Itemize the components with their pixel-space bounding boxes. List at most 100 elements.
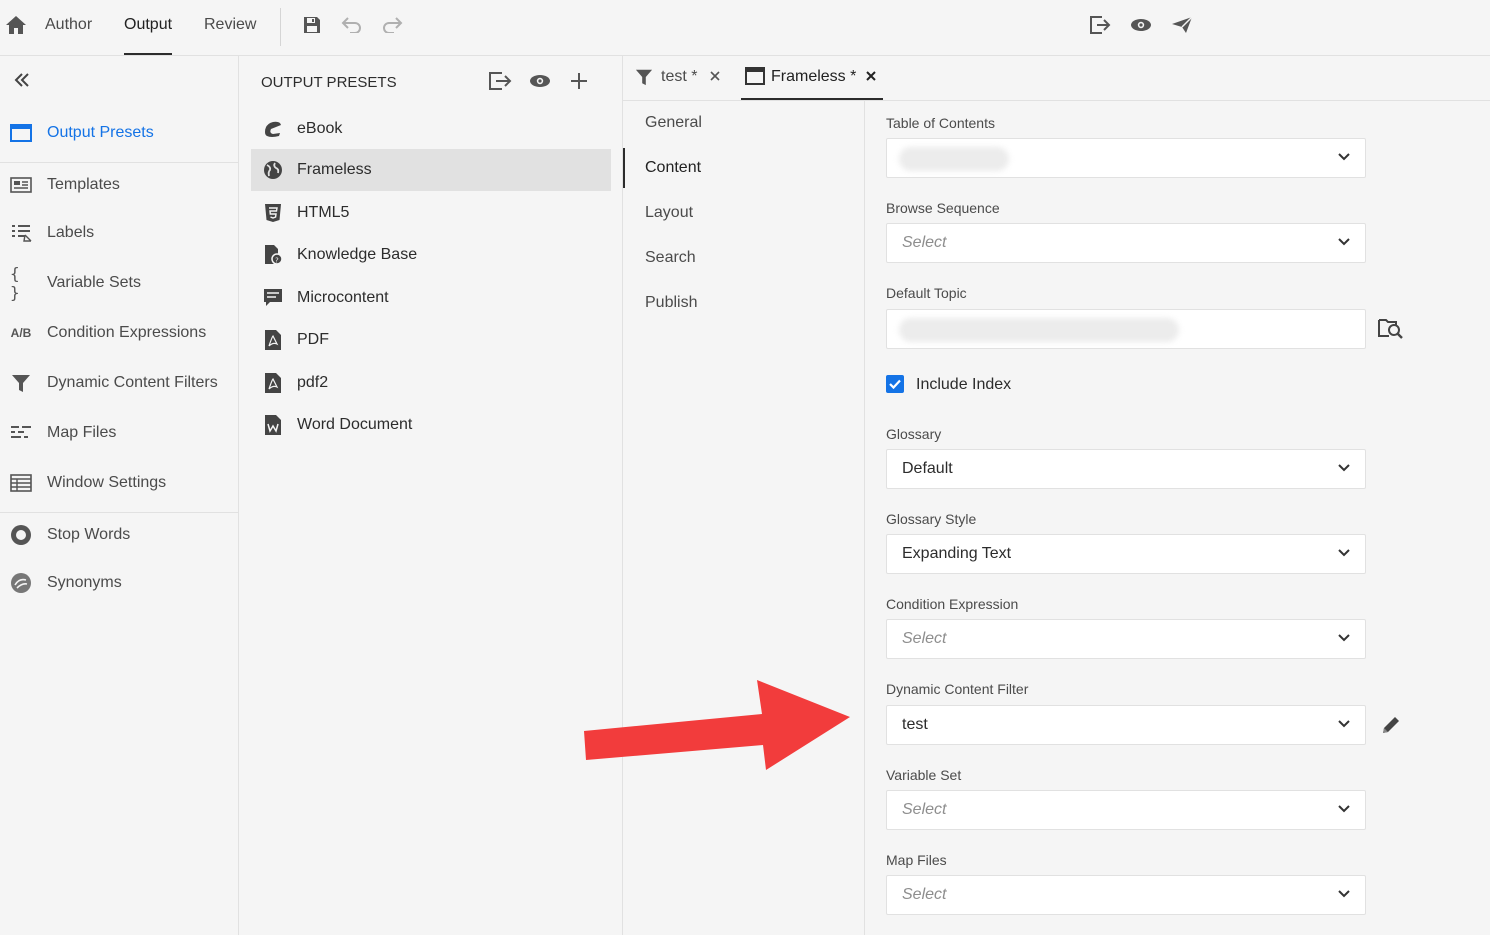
dropdown-value: Expanding Text <box>902 545 1012 562</box>
preset-item-pdf[interactable]: PDF <box>251 319 611 361</box>
sidebar-item-variable-sets[interactable]: { } Variable Sets <box>0 260 238 306</box>
include-index-label: Include Index <box>916 376 1012 393</box>
tab-label: test * <box>661 68 698 85</box>
close-icon[interactable] <box>709 70 721 82</box>
preset-item-frameless[interactable]: Frameless <box>251 149 611 191</box>
chevron-down-icon <box>1338 464 1350 472</box>
add-preset-icon[interactable] <box>570 72 588 90</box>
section-publish[interactable]: Publish <box>623 283 863 323</box>
preview-icon[interactable] <box>1129 13 1153 37</box>
sidebar-item-dynamic-content-filters[interactable]: Dynamic Content Filters <box>0 360 238 406</box>
publish-icon[interactable] <box>1170 13 1194 37</box>
section-content[interactable]: Content <box>623 148 863 188</box>
dropdown-value: Select <box>902 630 947 647</box>
word-icon <box>263 414 283 436</box>
collapse-panel-icon[interactable] <box>12 70 32 90</box>
preset-item-ebook[interactable]: eBook <box>251 108 611 150</box>
editor-tab-frameless[interactable]: Frameless * <box>741 56 883 100</box>
templates-icon <box>10 174 32 196</box>
sidebar-item-condition-expressions[interactable]: A/B Condition Expressions <box>0 310 238 356</box>
tab-review[interactable]: Review <box>204 0 256 55</box>
filter-icon <box>10 372 32 394</box>
dropdown-value: Select <box>902 801 947 818</box>
panel-heading: OUTPUT PRESETS <box>261 74 397 91</box>
knowledge-base-icon: ? <box>263 244 283 266</box>
preview-preset-icon[interactable] <box>529 74 551 88</box>
map-files-dropdown[interactable]: Select <box>886 875 1366 915</box>
preset-label: Frameless <box>297 161 372 178</box>
redo-icon[interactable] <box>380 13 404 37</box>
preset-label: Word Document <box>297 416 413 433</box>
chevron-down-icon <box>1338 634 1350 642</box>
tab-label: Frameless * <box>771 68 857 85</box>
sidebar-item-label: Output Presets <box>47 124 154 141</box>
preset-label: PDF <box>297 331 329 348</box>
filter-icon <box>635 67 653 87</box>
output-presets-panel: OUTPUT PRESETS eBook Frameless HTML5 ? K… <box>239 56 623 935</box>
section-search[interactable]: Search <box>623 238 863 278</box>
map-files-icon <box>10 422 32 444</box>
section-general[interactable]: General <box>623 103 863 143</box>
preset-label: pdf2 <box>297 374 329 391</box>
left-navigation: Output Presets Templates Labels { } Vari… <box>0 56 239 935</box>
close-icon[interactable] <box>865 70 877 82</box>
edit-pencil-icon[interactable] <box>1380 714 1402 736</box>
dropdown-value: Select <box>902 886 947 903</box>
microcontent-icon <box>263 287 283 309</box>
glossary-dropdown[interactable]: Default <box>886 449 1366 489</box>
window-icon <box>745 67 765 85</box>
sidebar-item-stop-words[interactable]: Stop Words <box>0 512 238 558</box>
html5-icon <box>263 202 283 224</box>
preset-item-pdf2[interactable]: pdf2 <box>251 362 611 404</box>
sidebar-item-label: Labels <box>47 224 95 241</box>
save-icon[interactable] <box>300 13 324 37</box>
sidebar-item-labels[interactable]: Labels <box>0 210 238 256</box>
section-layout[interactable]: Layout <box>623 193 863 233</box>
toc-dropdown[interactable] <box>886 138 1366 178</box>
sidebar-item-label: Synonyms <box>47 574 122 591</box>
pdf-icon <box>263 372 283 394</box>
browse-sequence-label: Browse Sequence <box>886 200 1000 216</box>
variable-set-dropdown[interactable]: Select <box>886 790 1366 830</box>
include-index-checkbox[interactable] <box>886 375 904 393</box>
sidebar-item-templates[interactable]: Templates <box>0 162 238 208</box>
sidebar-item-label: Stop Words <box>47 526 131 543</box>
sidebar-item-label: Window Settings <box>47 474 167 491</box>
preset-item-knowledge-base[interactable]: ? Knowledge Base <box>251 234 611 276</box>
svg-text:?: ? <box>275 257 279 265</box>
settings-sections: General Content Layout Search Publish <box>623 101 865 935</box>
editor-tabs: test * Frameless * <box>623 56 1490 101</box>
editor-tab-test[interactable]: test * <box>623 56 733 100</box>
glossary-style-dropdown[interactable]: Expanding Text <box>886 534 1366 574</box>
braces-icon: { } <box>10 264 20 302</box>
preset-item-html5[interactable]: HTML5 <box>251 192 611 234</box>
redacted-value <box>899 147 1009 171</box>
undo-icon[interactable] <box>340 13 364 37</box>
condition-expression-dropdown[interactable]: Select <box>886 619 1366 659</box>
sidebar-item-window-settings[interactable]: Window Settings <box>0 460 238 506</box>
dynamic-content-filter-dropdown[interactable]: test <box>886 705 1366 745</box>
preset-label: Microcontent <box>297 289 389 306</box>
sidebar-item-label: Condition Expressions <box>47 324 207 341</box>
export-icon[interactable] <box>1088 13 1112 37</box>
red-annotation-arrow <box>580 676 855 776</box>
browse-sequence-dropdown[interactable]: Select <box>886 223 1366 263</box>
sidebar-item-map-files[interactable]: Map Files <box>0 410 238 456</box>
preset-item-word-document[interactable]: Word Document <box>251 404 611 446</box>
tab-author[interactable]: Author <box>45 0 92 55</box>
default-topic-input[interactable] <box>886 309 1366 349</box>
pdf-icon <box>263 329 283 351</box>
preset-label: eBook <box>297 120 343 137</box>
tab-output[interactable]: Output <box>124 0 173 55</box>
sidebar-item-output-presets[interactable]: Output Presets <box>0 110 238 156</box>
sidebar-item-synonyms[interactable]: Synonyms <box>0 560 238 606</box>
globe-icon <box>263 159 283 181</box>
preset-item-microcontent[interactable]: Microcontent <box>251 277 611 319</box>
sidebar-item-label: Templates <box>47 176 120 193</box>
home-icon[interactable] <box>4 13 28 37</box>
output-presets-icon <box>10 122 32 144</box>
default-topic-label: Default Topic <box>886 285 967 301</box>
export-preset-icon[interactable] <box>488 71 512 91</box>
browse-topic-icon[interactable] <box>1378 317 1404 339</box>
toc-label: Table of Contents <box>886 115 995 131</box>
